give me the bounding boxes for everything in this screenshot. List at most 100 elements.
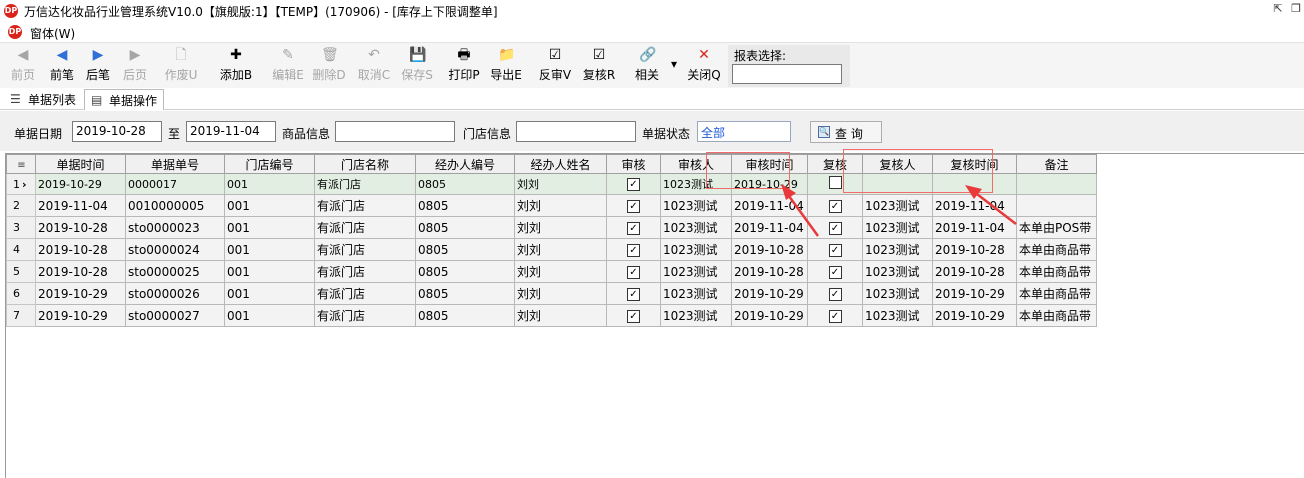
table-row[interactable]: 4 2019-10-28 sto0000024 001 有派门店 0805 刘刘 ✓ 1023测… — [6, 238, 1097, 261]
column-header[interactable]: 经办人姓名 — [514, 154, 607, 174]
cell-auditor[interactable]: 1023测试 — [660, 238, 732, 261]
cell-review-time[interactable] — [932, 173, 1017, 195]
checkbox-checked-icon[interactable]: ✓ — [627, 178, 640, 191]
cell-auditor[interactable]: 1023测试 — [660, 304, 732, 327]
cell-no[interactable]: sto0000027 — [125, 304, 225, 327]
cell-store-code[interactable]: 001 — [224, 173, 315, 195]
checkbox-checked-icon[interactable]: ✓ — [828, 244, 842, 257]
audited-cell[interactable]: ✓ — [606, 173, 661, 195]
status-select[interactable]: 全部 — [697, 121, 791, 142]
tab-document-list[interactable]: ☰ 单据列表 — [4, 89, 82, 110]
cell-store-name[interactable]: 有派门店 — [314, 260, 416, 283]
cell-date[interactable]: 2019-10-28 — [35, 216, 126, 239]
close-button[interactable]: ✕ 关闭Q — [686, 47, 722, 87]
prev-record-button[interactable]: ◀ 前笔 — [46, 47, 78, 87]
cell-handler-code[interactable]: 0805 — [415, 282, 515, 305]
cell-store-name[interactable]: 有派门店 — [314, 238, 416, 261]
cell-review-time[interactable]: 2019-10-29 — [932, 282, 1017, 305]
tab-document-operation[interactable]: ▤ 单据操作 — [84, 89, 165, 110]
table-row[interactable]: 3 2019-10-28 sto0000023 001 有派门店 0805 刘刘 ✓ 1023测… — [6, 216, 1097, 239]
checkbox-checked-icon[interactable]: ✓ — [828, 200, 842, 213]
cell-audit-time[interactable]: 2019-10-29 — [731, 304, 808, 327]
print-button[interactable]: 🖶 打印P — [446, 47, 482, 87]
cell-handler-code[interactable]: 0805 — [415, 173, 515, 195]
save-button[interactable]: 💾 保存S — [398, 47, 436, 87]
row-number[interactable]: 3 — [6, 216, 36, 239]
cell-store-name[interactable]: 有派门店 — [314, 216, 416, 239]
query-button[interactable]: 🔍 查 询 — [810, 121, 882, 143]
table-row[interactable]: 5 2019-10-28 sto0000025 001 有派门店 0805 刘刘 ✓ 1023测… — [6, 260, 1097, 283]
cell-remark[interactable]: 本单由商品带 — [1016, 260, 1097, 283]
cell-store-code[interactable]: 001 — [224, 282, 315, 305]
checkbox-checked-icon[interactable]: ✓ — [627, 200, 640, 213]
column-header[interactable]: 复核时间 — [932, 154, 1017, 174]
cell-store-code[interactable]: 001 — [224, 238, 315, 261]
related-button[interactable]: 🔗 相关 — [630, 47, 664, 87]
cell-handler-name[interactable]: 刘刘 — [514, 238, 607, 261]
cell-audit-time[interactable]: 2019-10-29 — [731, 282, 808, 305]
cell-reviewer[interactable] — [862, 173, 933, 195]
audited-cell[interactable]: ✓ — [606, 282, 661, 305]
reviewed-cell[interactable]: ✓ — [807, 238, 863, 261]
cell-store-code[interactable]: 001 — [224, 216, 315, 239]
row-number[interactable]: 1 › — [6, 173, 36, 195]
reviewed-cell[interactable]: ✓ — [807, 216, 863, 239]
checkbox-checked-icon[interactable]: ✓ — [828, 222, 842, 235]
maximize-window-icon[interactable]: ❐ — [1286, 2, 1304, 18]
cell-auditor[interactable]: 1023测试 — [660, 260, 732, 283]
menu-window[interactable]: 窗体(W) — [30, 25, 75, 42]
checkbox-checked-icon[interactable]: ✓ — [627, 222, 640, 235]
audited-cell[interactable]: ✓ — [606, 216, 661, 239]
column-header[interactable]: 单据单号 — [125, 154, 225, 174]
column-header[interactable]: 审核人 — [660, 154, 732, 174]
checkbox-checked-icon[interactable]: ✓ — [627, 310, 640, 323]
checkbox-checked-icon[interactable]: ✓ — [627, 288, 640, 301]
cell-handler-name[interactable]: 刘刘 — [514, 304, 607, 327]
cell-no[interactable]: sto0000026 — [125, 282, 225, 305]
reviewed-cell[interactable]: ✓ — [807, 282, 863, 305]
cell-handler-code[interactable]: 0805 — [415, 238, 515, 261]
checkbox-checked-icon[interactable]: ✓ — [828, 288, 842, 301]
cell-remark[interactable]: 本单由商品带 — [1016, 238, 1097, 261]
cell-remark[interactable]: 本单由商品带 — [1016, 282, 1097, 305]
reviewed-cell[interactable]: ✓ — [807, 260, 863, 283]
audited-cell[interactable]: ✓ — [606, 238, 661, 261]
cell-auditor[interactable]: 1023测试 — [660, 173, 732, 195]
row-selector-header[interactable]: ≡ — [6, 154, 36, 174]
column-header[interactable]: 经办人编号 — [415, 154, 515, 174]
cell-store-code[interactable]: 001 — [224, 304, 315, 327]
cell-audit-time[interactable]: 2019-10-28 — [731, 238, 808, 261]
cell-no[interactable]: 0000017 — [125, 173, 225, 195]
export-button[interactable]: 📁 导出E — [488, 47, 524, 87]
cell-date[interactable]: 2019-10-29 — [35, 173, 126, 195]
cell-handler-code[interactable]: 0805 — [415, 260, 515, 283]
table-row[interactable]: 2 2019-11-04 0010000005 001 有派门店 0805 刘刘 ✓ 1023测… — [6, 194, 1097, 217]
column-header[interactable]: 审核时间 — [731, 154, 808, 174]
cell-store-name[interactable]: 有派门店 — [314, 173, 416, 195]
cell-auditor[interactable]: 1023测试 — [660, 194, 732, 217]
cell-no[interactable]: sto0000025 — [125, 260, 225, 283]
cell-review-time[interactable]: 2019-10-28 — [932, 238, 1017, 261]
unaudit-button[interactable]: ☑ 反审V — [536, 47, 574, 87]
delete-button[interactable]: 🗑 删除D — [310, 47, 348, 87]
checkbox-checked-icon[interactable]: ✓ — [828, 310, 842, 323]
row-number[interactable]: 4 — [6, 238, 36, 261]
cell-remark[interactable] — [1016, 194, 1097, 217]
cell-remark[interactable] — [1016, 173, 1097, 195]
review-button[interactable]: ☑ 复核R — [580, 47, 618, 87]
table-row[interactable]: 1 › 2019-10-29 0000017 001 有派门店 0805 刘刘 ✓ 1023测试 2… — [6, 173, 1097, 195]
reviewed-cell[interactable] — [807, 173, 863, 195]
cell-reviewer[interactable]: 1023测试 — [862, 304, 933, 327]
next-record-button[interactable]: ▶ 后笔 — [82, 47, 114, 87]
audited-cell[interactable]: ✓ — [606, 194, 661, 217]
cell-store-code[interactable]: 001 — [224, 194, 315, 217]
cell-handler-name[interactable]: 刘刘 — [514, 260, 607, 283]
cell-no[interactable]: 0010000005 — [125, 194, 225, 217]
report-select-input[interactable] — [732, 64, 842, 84]
date-to-input[interactable]: 2019-11-04 — [186, 121, 276, 142]
table-row[interactable]: 7 2019-10-29 sto0000027 001 有派门店 0805 刘刘 ✓ 1023测… — [6, 304, 1097, 327]
checkbox-checked-icon[interactable]: ✓ — [627, 266, 640, 279]
add-button[interactable]: ✚ 添加B — [218, 47, 254, 87]
row-number[interactable]: 7 — [6, 304, 36, 327]
cancel-button[interactable]: ↶ 取消C — [355, 47, 393, 87]
